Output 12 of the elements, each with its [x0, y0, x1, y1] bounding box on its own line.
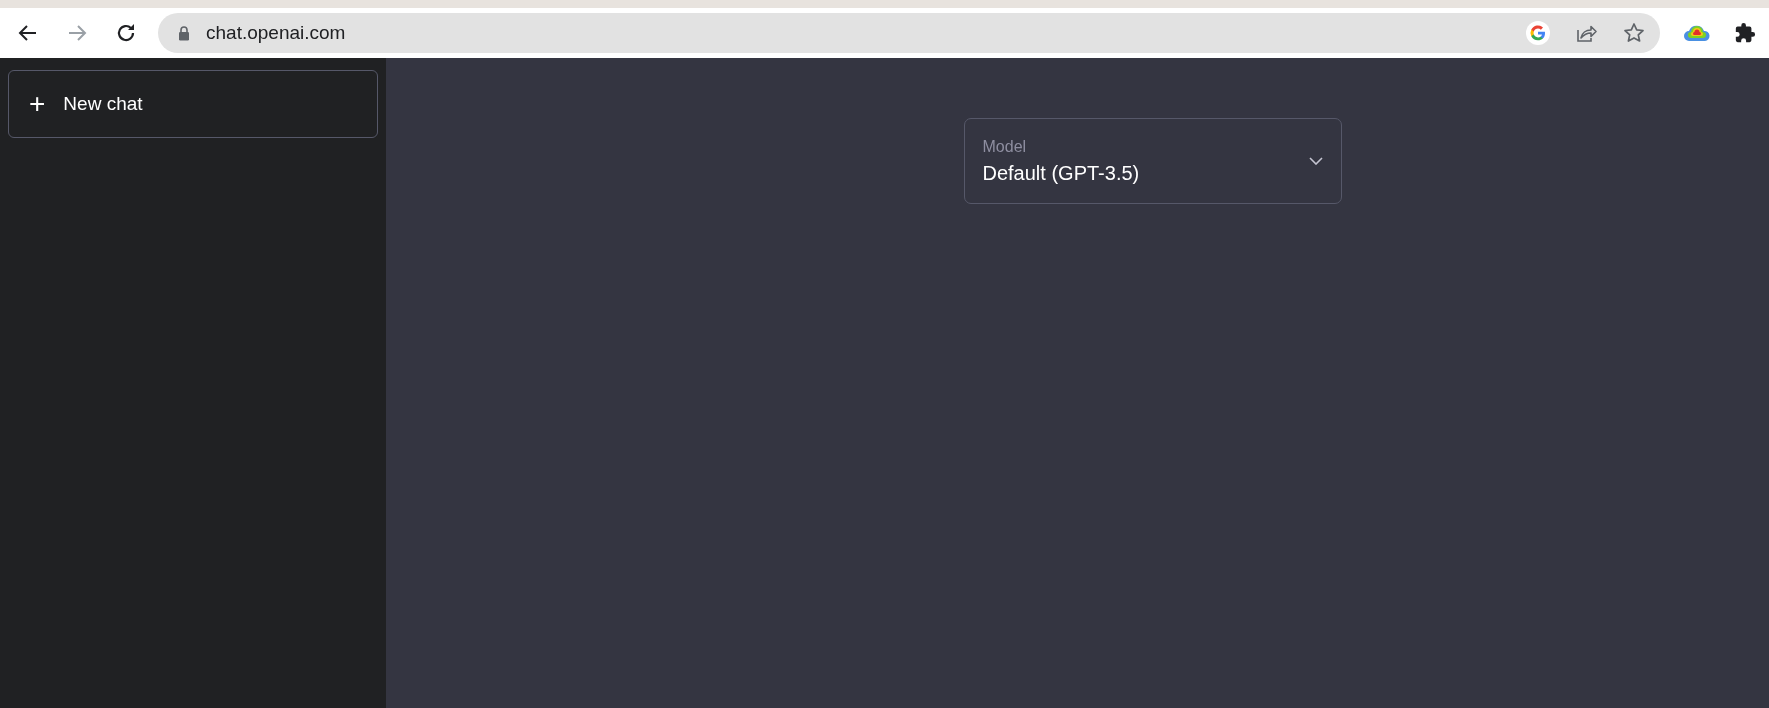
new-chat-button[interactable]: + New chat — [8, 70, 378, 138]
dropdown-value: Default (GPT-3.5) — [982, 161, 1141, 185]
puzzle-icon[interactable] — [1734, 22, 1756, 44]
url-text: chat.openai.com — [206, 22, 346, 44]
lock-icon — [178, 25, 190, 41]
model-dropdown[interactable]: Model Default (GPT-3.5) — [963, 118, 1342, 204]
google-icon[interactable] — [1526, 21, 1550, 45]
dropdown-label: Model — [982, 137, 1028, 156]
chevron-down-icon — [1308, 157, 1323, 165]
star-icon[interactable] — [1622, 21, 1646, 45]
cloud-icon[interactable] — [1684, 23, 1710, 43]
address-bar[interactable]: chat.openai.com — [158, 13, 1660, 53]
